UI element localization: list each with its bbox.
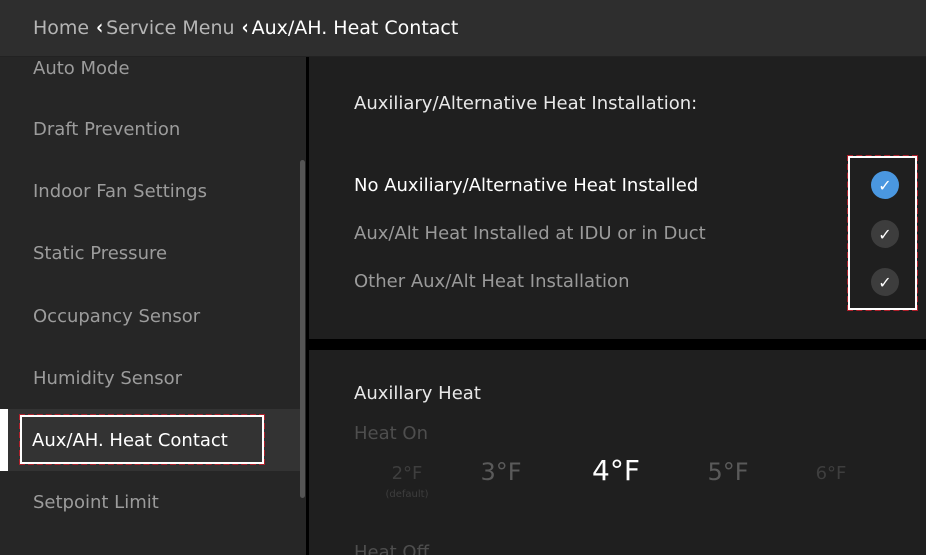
sidebar-item-indoor-fan-settings[interactable]: Indoor Fan Settings — [0, 160, 300, 222]
active-indicator — [0, 409, 8, 471]
temp-option-2[interactable]: 2°F — [367, 463, 447, 484]
installation-panel: Auxiliary/Alternative Heat Installation:… — [309, 57, 926, 339]
sidebar-item-label: Indoor Fan Settings — [33, 180, 207, 202]
chevron-left-icon: ‹ — [241, 16, 249, 40]
heat-off-label: Heat Off — [354, 542, 429, 555]
breadcrumb-service-menu[interactable]: Service Menu — [106, 17, 234, 39]
sidebar-scrollbar[interactable] — [300, 160, 305, 498]
option-aux-heat-idu-duct[interactable]: Aux/Alt Heat Installed at IDU or in Duct — [354, 223, 706, 244]
aux-heat-panel: Auxillary Heat Heat On 2°F (default) 3°F… — [309, 350, 926, 555]
check-icon[interactable]: ✓ — [871, 268, 899, 296]
sidebar-item-label: Auto Mode — [33, 57, 130, 79]
sidebar-item-humidity-sensor[interactable]: Humidity Sensor — [0, 347, 300, 409]
sidebar-item-label: Humidity Sensor — [33, 367, 183, 389]
sidebar-item-label: Draft Prevention — [33, 118, 181, 140]
temp-option-5[interactable]: 5°F — [688, 458, 768, 486]
sidebar-item-label: Occupancy Sensor — [33, 305, 201, 327]
sidebar-item-label: Aux/AH. Heat Contact — [32, 429, 228, 451]
check-icon[interactable]: ✓ — [871, 220, 899, 248]
temp-option-4-selected[interactable]: 4°F — [576, 454, 656, 487]
sidebar-item-auto-mode[interactable]: Auto Mode — [0, 57, 300, 99]
breadcrumb-current: Aux/AH. Heat Contact — [251, 17, 459, 39]
sidebar-item-occupancy-sensor[interactable]: Occupancy Sensor — [0, 285, 300, 347]
breadcrumb-home[interactable]: Home — [33, 17, 89, 39]
sidebar-item-aux-heat-contact[interactable]: Aux/AH. Heat Contact — [0, 409, 300, 471]
sidebar-item-label: Static Pressure — [33, 242, 168, 264]
temp-option-6[interactable]: 6°F — [791, 463, 871, 484]
aux-heat-title: Auxillary Heat — [354, 383, 481, 404]
check-icon[interactable]: ✓ — [871, 171, 899, 199]
sidebar-item-draft-prevention[interactable]: Draft Prevention — [0, 98, 300, 160]
chevron-left-icon: ‹ — [96, 16, 104, 40]
sidebar-item-static-pressure[interactable]: Static Pressure — [0, 222, 300, 284]
default-note: (default) — [385, 489, 429, 500]
breadcrumb: Home ‹ Service Menu ‹ Aux/AH. Heat Conta… — [0, 0, 926, 57]
option-other-aux-heat[interactable]: Other Aux/Alt Heat Installation — [354, 271, 629, 292]
temp-option-3[interactable]: 3°F — [461, 458, 541, 486]
sidebar: Auto Mode Draft Prevention Indoor Fan Se… — [0, 57, 306, 555]
heat-on-label: Heat On — [354, 423, 428, 444]
sidebar-item-label: Setpoint Limit — [33, 491, 159, 513]
installation-title: Auxiliary/Alternative Heat Installation: — [354, 93, 698, 114]
option-no-aux-heat[interactable]: No Auxiliary/Alternative Heat Installed — [354, 175, 698, 196]
sidebar-item-setpoint-limit[interactable]: Setpoint Limit — [0, 471, 300, 533]
